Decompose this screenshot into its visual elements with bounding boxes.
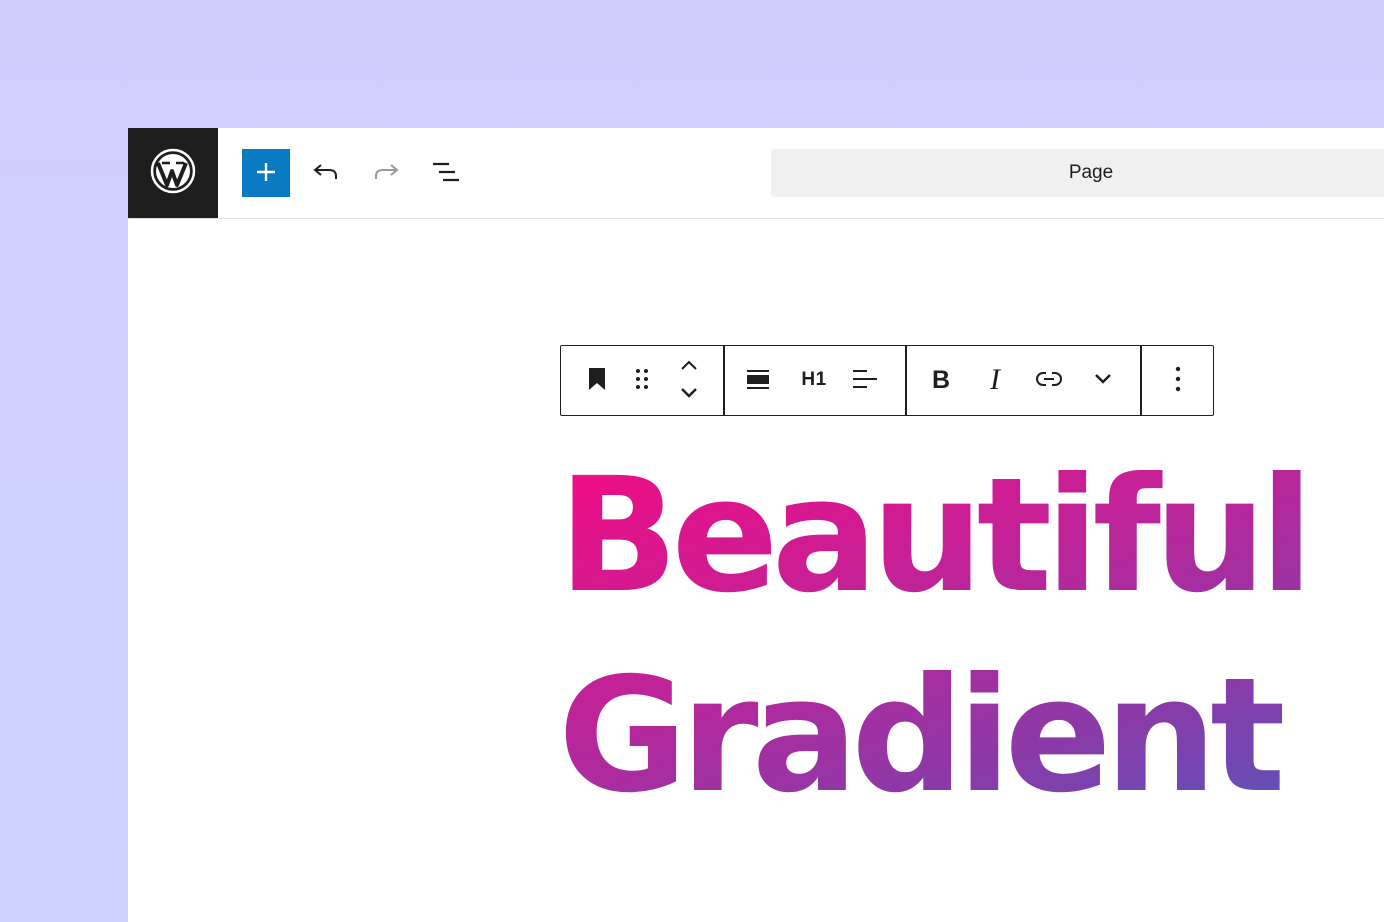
- link-button[interactable]: [1027, 358, 1071, 402]
- block-toolbar-group-options: [1142, 346, 1212, 415]
- more-formats-button[interactable]: [1081, 358, 1125, 402]
- list-view-icon: [431, 161, 461, 186]
- list-view-button[interactable]: [426, 153, 466, 193]
- block-toolbar-group-block: [561, 346, 723, 415]
- bookmark-icon: [587, 367, 607, 394]
- chevron-down-icon: [679, 387, 699, 402]
- block-toolbar-group-heading: H1: [725, 346, 905, 415]
- undo-button[interactable]: [306, 153, 346, 193]
- heading-level-label: H1: [801, 369, 827, 390]
- heading-line-2: Gradient: [558, 644, 1279, 828]
- align-button[interactable]: [736, 358, 780, 402]
- redo-button[interactable]: [366, 153, 406, 193]
- block-type-button[interactable]: [575, 358, 619, 402]
- move-down-button[interactable]: [667, 380, 711, 408]
- more-vertical-icon: [1175, 366, 1181, 395]
- gradient-heading-block[interactable]: Beautiful Gradient: [558, 436, 1378, 836]
- undo-icon: [312, 161, 340, 186]
- bold-label: B: [931, 365, 951, 394]
- chevron-down-icon: [1093, 373, 1113, 388]
- editor-window: Page H1 B I Beautiful Gradient: [128, 128, 1384, 922]
- wordpress-logo-icon: [150, 148, 196, 199]
- drag-handle-button[interactable]: [620, 358, 664, 402]
- wordpress-logo-button[interactable]: [128, 128, 218, 218]
- document-title-bar[interactable]: Page: [771, 149, 1384, 197]
- block-toolbar-group-format: B I: [907, 346, 1141, 415]
- move-up-button[interactable]: [667, 352, 711, 380]
- align-wide-icon: [746, 367, 770, 394]
- add-block-button[interactable]: [242, 149, 290, 197]
- drag-handle-icon: [634, 367, 650, 394]
- text-align-button[interactable]: [843, 358, 887, 402]
- link-icon: [1035, 370, 1063, 391]
- heading-level-button[interactable]: H1: [789, 358, 839, 402]
- redo-icon: [372, 161, 400, 186]
- editor-header: Page: [128, 128, 1384, 219]
- chevron-up-icon: [679, 359, 699, 374]
- align-left-icon: [852, 368, 878, 393]
- heading-line-1: Beautiful: [558, 444, 1307, 628]
- document-title: Page: [1068, 162, 1114, 183]
- italic-button[interactable]: I: [973, 358, 1017, 402]
- italic-label: I: [990, 363, 1000, 396]
- options-button[interactable]: [1156, 358, 1200, 402]
- plus-icon: [255, 161, 277, 186]
- block-toolbar: H1 B I: [560, 345, 1214, 416]
- bold-button[interactable]: B: [919, 358, 963, 402]
